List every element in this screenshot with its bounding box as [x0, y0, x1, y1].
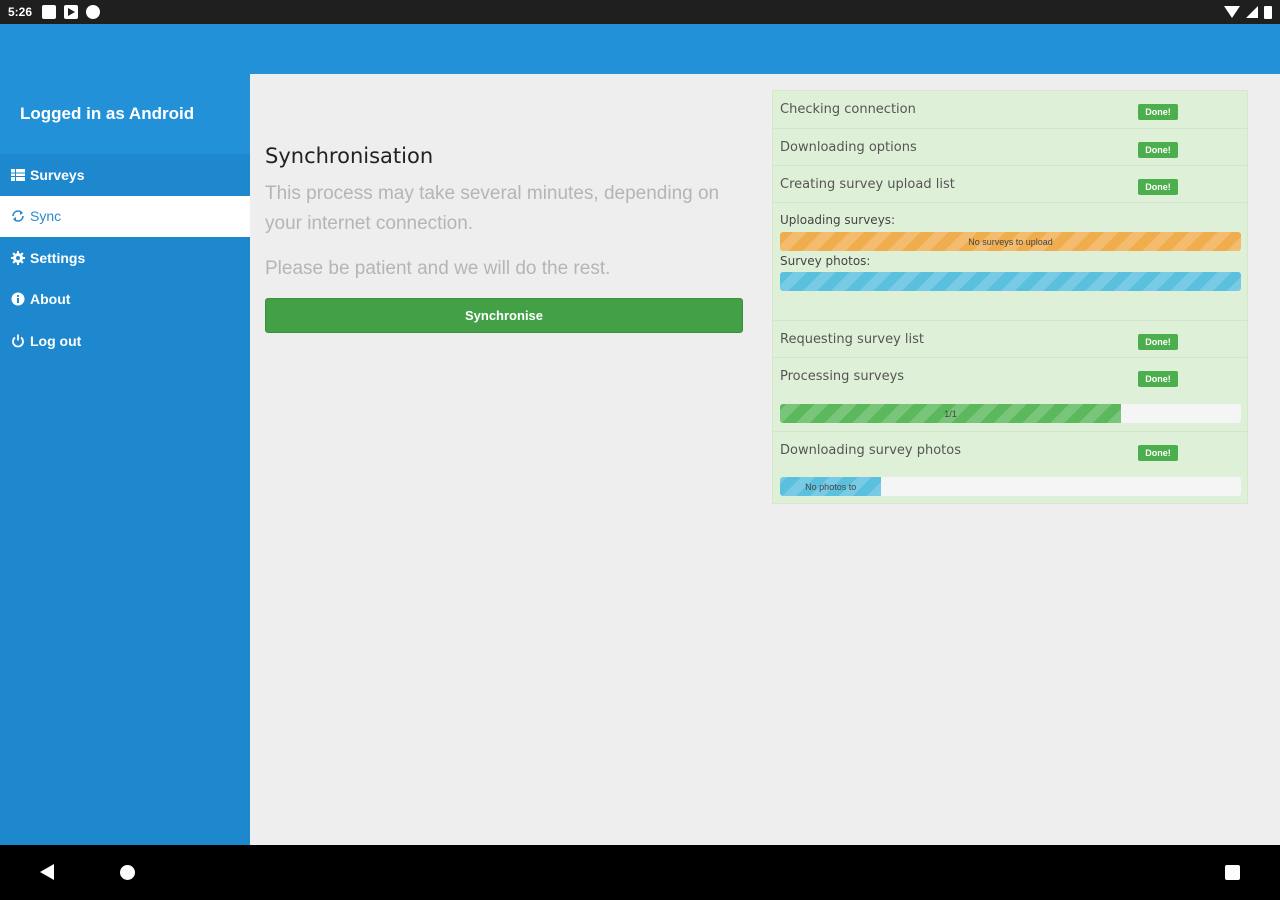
uploading-progress-bar: No surveys to upload — [780, 232, 1241, 251]
logged-in-label: Logged in as Android — [0, 74, 250, 154]
status-time: 5:26 — [8, 5, 33, 19]
table-icon — [10, 167, 26, 183]
uploading-progress-fill: No surveys to upload — [780, 232, 1241, 251]
sidebar-item-about[interactable]: About — [0, 279, 250, 321]
sidebar-item-surveys[interactable]: Surveys — [0, 154, 250, 196]
main-content: Synchronisation This process may take se… — [250, 74, 1280, 845]
uploading-label: Uploading surveys: — [780, 213, 896, 227]
sidebar-item-settings[interactable]: Settings — [0, 237, 250, 279]
photos-progress-fill — [780, 272, 1241, 291]
status-badge: Done! — [1138, 334, 1178, 350]
status-badge: Done! — [1138, 104, 1178, 120]
play-notification-icon — [64, 5, 79, 19]
photo-download-progress-bar: No photos to — [780, 477, 1241, 496]
step-row: Creating survey upload list Done! — [773, 165, 1247, 202]
step-label: Processing surveys — [780, 369, 905, 384]
status-badge: Done! — [1138, 142, 1178, 158]
square-notification-icon — [42, 5, 57, 19]
photos-progress-bar — [780, 272, 1241, 291]
battery-icon — [1264, 5, 1272, 19]
sidebar-item-label: Settings — [30, 249, 86, 266]
patience-text: Please be patient and we will do the res… — [265, 258, 611, 279]
step-row: Downloading options Done! — [773, 128, 1247, 165]
wifi-icon — [1224, 6, 1240, 18]
system-nav-bar — [0, 845, 1280, 900]
page-title: Synchronisation — [265, 144, 434, 168]
sync-progress-panel: Checking connection Done! Downloading op… — [772, 90, 1248, 504]
recent-apps-icon[interactable] — [1225, 865, 1240, 880]
status-badge: Done! — [1138, 179, 1178, 195]
status-bar: 5:26 — [0, 0, 1280, 24]
processing-progress-fill: 1/1 — [780, 404, 1122, 423]
step-label: Downloading survey photos — [780, 443, 961, 458]
sidebar-item-log-out[interactable]: Log out — [0, 320, 250, 362]
home-icon[interactable] — [120, 865, 135, 880]
sidebar-nav: Surveys Sync Settings About Log out — [0, 154, 250, 362]
info-icon — [10, 291, 26, 307]
step-label: Downloading options — [780, 140, 917, 155]
step-row: Checking connection Done! — [773, 91, 1247, 128]
step-label: Checking connection — [780, 102, 916, 117]
gear-icon — [10, 250, 26, 266]
processing-section: Processing surveys Done! 1/1 — [773, 357, 1247, 431]
description-text: This process may take several minutes, d… — [265, 183, 720, 234]
circle-notification-icon — [86, 5, 101, 19]
sidebar-item-label: Sync — [30, 208, 62, 225]
step-label: Creating survey upload list — [780, 177, 955, 192]
signal-icon — [1246, 6, 1258, 18]
photos-label: Survey photos: — [780, 254, 871, 268]
status-badge: Done! — [1138, 371, 1178, 387]
sidebar-item-label: Log out — [30, 332, 82, 349]
photo-download-section: Downloading survey photos Done! No photo… — [773, 431, 1247, 503]
step-label: Requesting survey list — [780, 332, 925, 347]
status-badge: Done! — [1138, 445, 1178, 461]
step-row: Requesting survey list Done! — [773, 320, 1247, 357]
sidebar-item-label: About — [30, 291, 71, 308]
refresh-icon — [10, 208, 26, 224]
back-icon[interactable] — [40, 864, 54, 880]
sidebar-item-sync[interactable]: Sync — [0, 195, 250, 237]
sidebar-item-label: Surveys — [30, 166, 85, 183]
sidebar: Logged in as Android Surveys Sync Settin… — [0, 74, 250, 845]
upload-section: Uploading surveys: No surveys to upload … — [773, 202, 1247, 320]
synchronise-button[interactable]: Synchronise — [265, 298, 743, 333]
app-header — [0, 24, 1280, 74]
photo-download-progress-fill: No photos to — [780, 477, 882, 496]
processing-progress-bar: 1/1 — [780, 404, 1241, 423]
power-icon — [10, 333, 26, 349]
